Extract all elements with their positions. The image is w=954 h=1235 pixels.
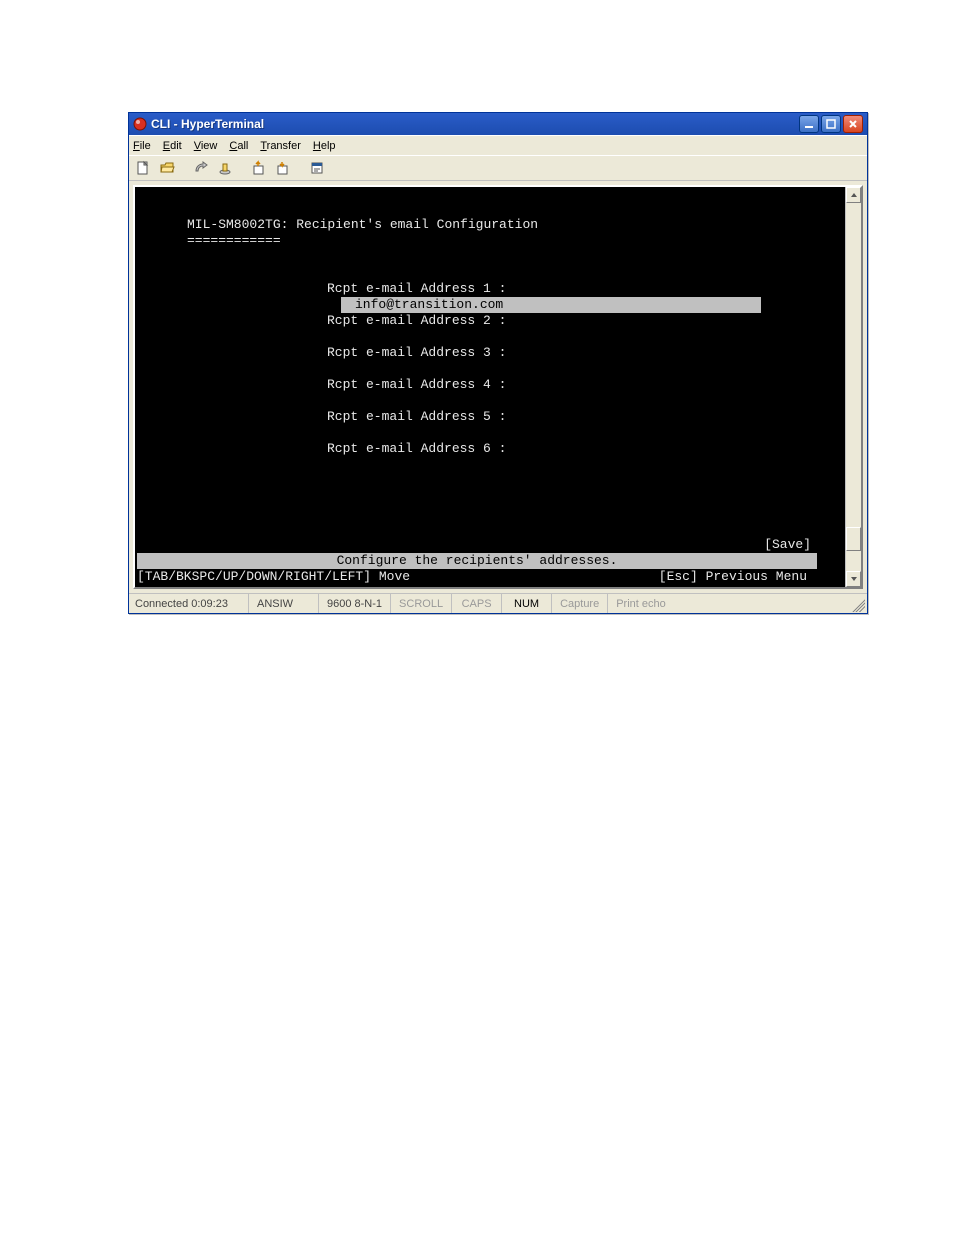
titlebar[interactable]: CLI - HyperTerminal bbox=[129, 113, 867, 135]
nav-row: [TAB/BKSPC/UP/DOWN/RIGHT/LEFT] Move [Esc… bbox=[137, 569, 817, 585]
vertical-scrollbar[interactable] bbox=[845, 187, 861, 587]
rcpt-label-3: Rcpt e-mail Address 3 : bbox=[327, 345, 506, 360]
menu-help[interactable]: Help bbox=[313, 140, 336, 152]
properties-icon[interactable] bbox=[307, 158, 327, 178]
status-printecho: Print echo bbox=[608, 594, 674, 613]
close-button[interactable] bbox=[843, 115, 863, 133]
app-icon bbox=[133, 117, 147, 131]
window-buttons bbox=[799, 115, 863, 133]
nav-right: [Esc] Previous Menu bbox=[659, 569, 807, 585]
menu-call[interactable]: Call bbox=[229, 140, 248, 152]
statusbar: Connected 0:09:23 ANSIW 9600 8-N-1 SCROL… bbox=[129, 593, 867, 613]
status-num: NUM bbox=[502, 594, 552, 613]
new-icon[interactable] bbox=[133, 158, 153, 178]
scroll-track[interactable] bbox=[846, 203, 861, 571]
window-title: CLI - HyperTerminal bbox=[151, 117, 799, 131]
status-baud: 9600 8-N-1 bbox=[319, 594, 391, 613]
minimize-button[interactable] bbox=[799, 115, 819, 133]
rcpt-label-5: Rcpt e-mail Address 5 : bbox=[327, 409, 506, 424]
scroll-down-icon[interactable] bbox=[846, 571, 861, 587]
rcpt-label-4: Rcpt e-mail Address 4 : bbox=[327, 377, 506, 392]
status-scroll: SCROLL bbox=[391, 594, 452, 613]
rcpt-label-2: Rcpt e-mail Address 2 : bbox=[327, 313, 506, 328]
status-emulation: ANSIW bbox=[249, 594, 319, 613]
disconnect-icon[interactable] bbox=[215, 158, 235, 178]
nav-left: [TAB/BKSPC/UP/DOWN/RIGHT/LEFT] Move bbox=[137, 569, 410, 585]
open-icon[interactable] bbox=[157, 158, 177, 178]
toolbar bbox=[129, 155, 867, 181]
status-capture: Capture bbox=[552, 594, 608, 613]
terminal[interactable]: MIL-SM8002TG: Recipient's email Configur… bbox=[135, 187, 845, 587]
maximize-button[interactable] bbox=[821, 115, 841, 133]
save-action[interactable]: [Save] bbox=[764, 537, 811, 553]
rcpt-label-1: Rcpt e-mail Address 1 : bbox=[327, 281, 506, 296]
divider: ============ bbox=[187, 233, 845, 249]
scroll-up-icon[interactable] bbox=[846, 187, 861, 203]
hint-row: Configure the recipients' addresses. bbox=[137, 553, 817, 569]
terminal-frame: MIL-SM8002TG: Recipient's email Configur… bbox=[133, 185, 863, 589]
rcpt-label-6: Rcpt e-mail Address 6 : bbox=[327, 441, 506, 456]
recipient-fields: Rcpt e-mail Address 1 : info@transition.… bbox=[147, 281, 845, 457]
scroll-thumb[interactable] bbox=[846, 527, 861, 551]
menu-transfer[interactable]: Transfer bbox=[260, 140, 301, 152]
menu-file[interactable]: File bbox=[133, 140, 151, 152]
connect-icon[interactable] bbox=[191, 158, 211, 178]
rcpt-input-1[interactable]: info@transition.com bbox=[341, 297, 761, 313]
client-area: MIL-SM8002TG: Recipient's email Configur… bbox=[129, 181, 867, 593]
status-connected: Connected 0:09:23 bbox=[129, 594, 249, 613]
hint-text: Configure the recipients' addresses. bbox=[137, 553, 817, 569]
menu-edit[interactable]: Edit bbox=[163, 140, 182, 152]
hyperterminal-window: CLI - HyperTerminal File Edit View Call … bbox=[128, 112, 868, 614]
receive-icon[interactable] bbox=[273, 158, 293, 178]
screen-title: MIL-SM8002TG: Recipient's email Configur… bbox=[187, 217, 538, 232]
menu-view[interactable]: View bbox=[194, 140, 218, 152]
send-icon[interactable] bbox=[249, 158, 269, 178]
menubar: File Edit View Call Transfer Help bbox=[129, 135, 867, 155]
status-caps: CAPS bbox=[452, 594, 502, 613]
resize-grip[interactable] bbox=[849, 596, 865, 612]
